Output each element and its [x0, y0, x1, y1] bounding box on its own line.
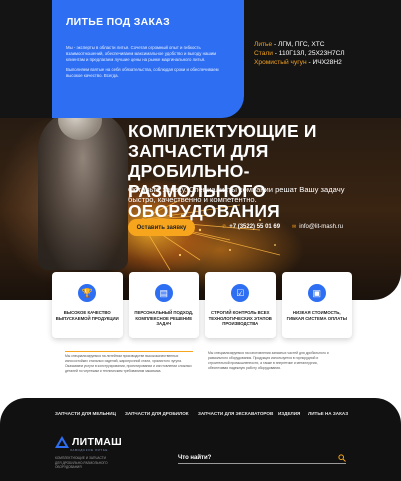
feature-card: ▣ НИЗКАЯ СТОИМОСТЬ, ГИБКАЯ СИСТЕМА ОПЛАТ… [281, 272, 352, 338]
document-icon: ▤ [154, 284, 173, 302]
logo-text: ЛИТМАШ [72, 436, 123, 448]
page-headline: КОМПЛЕКТУЮЩИЕ И ЗАПЧАСТИ ДЛЯ ДРОБИЛЬНО-Р… [128, 121, 317, 221]
company-description-right: Мы специализируемся на изготовлении запа… [208, 351, 329, 370]
materials-list: Литье - ЛГМ, ПГС, ХТС Стали - 110Г13Л, 2… [254, 40, 394, 67]
material-item: Хромистый чугун - ИЧХ28Н2 [254, 59, 342, 66]
material-item: Стали - 110Г13Л, 25Х23Н7СЛ [254, 50, 345, 57]
footer-company-description: КОМПЛЕКТУЮЩИЕ И ЗАПЧАСТИ ДЛЯ ДРОБИЛЬНО-Р… [55, 456, 108, 469]
info-card-paragraph: Выполняем взятые на себя обязательства, … [66, 67, 219, 78]
footer-nav-products[interactable]: ИЗДЕЛИЯ [278, 411, 300, 416]
footer-nav-mills[interactable]: ЗАПЧАСТИ ДЛЯ МЕЛЬНИЦ [55, 411, 116, 416]
info-card-title: ЛИТЬЕ ПОД ЗАКАЗ [66, 16, 170, 28]
logo-triangle-icon [55, 436, 69, 448]
hero-lead-text: Оставьте заявку. Специалисты компании ре… [128, 185, 345, 204]
hero-section: ЛИТЬЕ ПОД ЗАКАЗ Мы - эксперты в области … [0, 0, 401, 300]
material-item: Литье - ЛГМ, ПГС, ХТС [254, 41, 325, 48]
info-card-paragraph: Мы - эксперты в области литья. Сочетая о… [66, 45, 217, 62]
footer-nav-custom-casting[interactable]: ЛИТЬЕ НА ЗАКАЗ [308, 411, 348, 416]
features-row: 🏆 ВЫСОКОЕ КАЧЕСТВО ВЫПУСКАЕМОЙ ПРОДУКЦИИ… [52, 272, 352, 338]
leave-request-button[interactable]: Оставить заявку [128, 219, 195, 236]
mail-icon: ✉ [292, 224, 297, 230]
casting-info-card: ЛИТЬЕ ПОД ЗАКАЗ Мы - эксперты в области … [52, 0, 244, 118]
phone-contact[interactable]: ✆ +7 (3522) 55 01 69 [222, 224, 280, 230]
search-input[interactable]: Что найти? [178, 452, 346, 464]
search-icon[interactable] [338, 453, 346, 462]
phone-icon: ✆ [222, 224, 227, 230]
feature-card: 🏆 ВЫСОКОЕ КАЧЕСТВО ВЫПУСКАЕМОЙ ПРОДУКЦИИ [52, 272, 123, 338]
footer-logo[interactable]: ЛИТМАШ [55, 436, 122, 448]
email-contact[interactable]: ✉ info@lit-mash.ru [292, 224, 343, 230]
footer-nav-crushers[interactable]: ЗАПЧАСТИ ДЛЯ ДРОБИЛОК [125, 411, 189, 416]
wallet-icon: ▣ [307, 284, 326, 302]
trophy-icon: 🏆 [78, 284, 97, 302]
feature-card: ☑ СТРОГИЙ КОНТРОЛЬ ВСЕХ ТЕХНОЛОГИЧЕСКИХ … [205, 272, 276, 338]
footer-nav-excavators[interactable]: ЗАПЧАСТИ ДЛЯ ЭКСКАВАТОРОВ [198, 411, 273, 416]
clipboard-icon: ☑ [231, 284, 250, 302]
company-description-left: Мы специализируемся на литейном производ… [65, 351, 193, 374]
feature-card: ▤ ПЕРСОНАЛЬНЫЙ ПОДХОД, КОМПЛЕКСНОЕ РЕШЕН… [128, 272, 199, 338]
logo-subtitle: ЗАВОДСКОЕ ЛИТЬЕ [70, 448, 108, 452]
search-label: Что найти? [178, 454, 212, 461]
